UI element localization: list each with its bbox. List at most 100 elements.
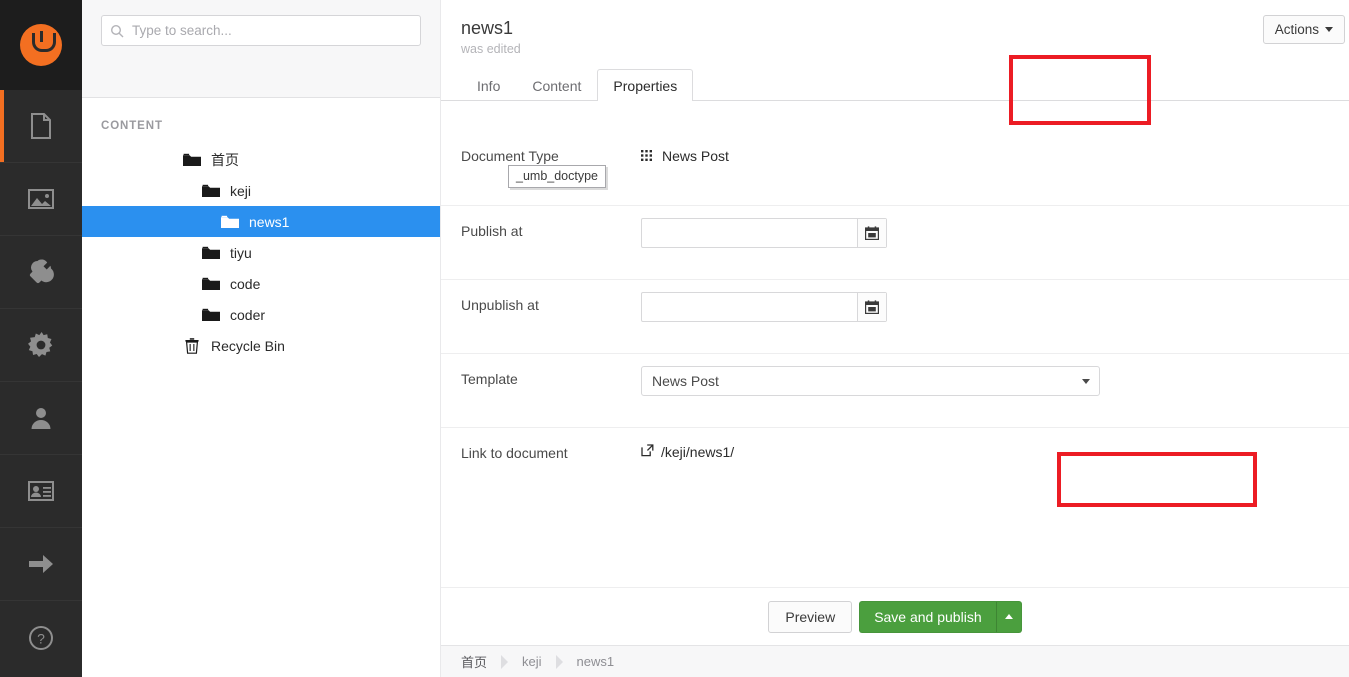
row-document-type: Document Type News Post _umb_doctype bbox=[441, 131, 1349, 205]
unpublish-at-input[interactable] bbox=[642, 293, 857, 321]
document-icon bbox=[29, 112, 53, 140]
tab-label: Properties bbox=[613, 77, 678, 94]
tree-node-keji[interactable]: keji bbox=[82, 175, 440, 206]
section-rail: ? bbox=[0, 0, 82, 677]
tree-node-label: news1 bbox=[249, 213, 290, 230]
breadcrumb-item-0[interactable]: 首页 bbox=[461, 652, 487, 671]
save-and-publish-button[interactable]: Save and publish bbox=[859, 600, 997, 633]
trash-icon bbox=[182, 337, 202, 354]
chevron-up-icon bbox=[1004, 614, 1013, 619]
tree-node-news1[interactable]: news1 bbox=[82, 206, 440, 237]
image-icon bbox=[27, 187, 55, 211]
rail-item-users[interactable] bbox=[0, 382, 82, 455]
edited-note: was edited bbox=[461, 42, 521, 56]
folder-icon bbox=[201, 308, 221, 322]
tab-label: Content bbox=[532, 77, 582, 94]
folder-icon bbox=[182, 153, 202, 167]
tree-node-label: Recycle Bin bbox=[211, 337, 285, 354]
umbraco-logo-icon bbox=[20, 24, 62, 66]
folder-icon bbox=[220, 215, 240, 229]
tab-content[interactable]: Content bbox=[516, 69, 597, 101]
rail-item-developer[interactable] bbox=[0, 309, 82, 382]
rail-item-settings[interactable] bbox=[0, 236, 82, 309]
search-box[interactable] bbox=[101, 15, 421, 46]
editor-tabs: Info Content Properties bbox=[441, 60, 1349, 101]
row-publish-at: Publish at bbox=[441, 205, 1349, 279]
link-to-document-label: Link to document bbox=[461, 445, 568, 461]
folder-icon bbox=[201, 184, 221, 198]
content-tree: 首页 keji news1 tiyu code coder Recycle Bi… bbox=[82, 142, 440, 361]
rail-item-media[interactable] bbox=[0, 163, 82, 236]
editor-footer: Preview Save and publish bbox=[441, 587, 1349, 645]
tab-info[interactable]: Info bbox=[461, 69, 516, 101]
calendar-icon[interactable] bbox=[857, 219, 886, 247]
document-type-tooltip: _umb_doctype bbox=[508, 165, 607, 188]
row-template: Template News Post bbox=[441, 353, 1349, 427]
tree-node-shouye[interactable]: 首页 bbox=[82, 144, 440, 175]
grid-icon bbox=[641, 149, 654, 163]
question-circle-icon: ? bbox=[28, 625, 54, 651]
content-editor: news1 Actions Info Content Properties wa… bbox=[441, 0, 1349, 677]
tree-node-coder[interactable]: coder bbox=[82, 299, 440, 330]
calendar-icon[interactable] bbox=[857, 293, 886, 321]
folder-icon bbox=[201, 277, 221, 291]
breadcrumb-separator-icon bbox=[501, 654, 509, 669]
breadcrumb-separator-icon bbox=[555, 654, 563, 669]
content-tree-panel: CONTENT 首页 keji bbox=[82, 0, 441, 677]
external-link-icon bbox=[641, 444, 654, 460]
umbraco-logo[interactable] bbox=[0, 0, 82, 90]
actions-button-label: Actions bbox=[1274, 22, 1319, 37]
tree-node-code[interactable]: code bbox=[82, 268, 440, 299]
search-input[interactable] bbox=[132, 23, 420, 38]
rail-item-help[interactable]: ? bbox=[0, 601, 82, 674]
unpublish-at-label: Unpublish at bbox=[461, 297, 539, 313]
save-and-publish-dropdown-button[interactable] bbox=[996, 600, 1022, 633]
save-and-publish-group: Save and publish bbox=[859, 600, 1022, 633]
breadcrumb: 首页 keji news1 bbox=[441, 645, 1349, 677]
tree-node-label: 首页 bbox=[211, 151, 239, 168]
document-type-label: Document Type bbox=[461, 148, 559, 164]
rail-item-content[interactable] bbox=[0, 90, 82, 163]
tree-section-title: CONTENT bbox=[101, 120, 163, 132]
chevron-down-icon bbox=[1082, 378, 1090, 384]
tree-search-area bbox=[82, 0, 440, 98]
publish-at-label: Publish at bbox=[461, 223, 523, 239]
tree-node-label: coder bbox=[230, 306, 266, 323]
gear-icon bbox=[28, 332, 54, 358]
chevron-down-icon bbox=[1325, 27, 1333, 32]
rail-item-members[interactable] bbox=[0, 455, 82, 528]
member-card-icon bbox=[27, 480, 55, 502]
breadcrumb-item-1[interactable]: keji bbox=[522, 654, 542, 669]
folder-icon bbox=[201, 246, 221, 260]
template-selected-value: News Post bbox=[652, 373, 719, 389]
tree-node-tiyu[interactable]: tiyu bbox=[82, 237, 440, 268]
rail-item-forms[interactable] bbox=[0, 528, 82, 601]
preview-button[interactable]: Preview bbox=[768, 600, 853, 633]
template-label: Template bbox=[461, 371, 518, 387]
editor-header: news1 Actions bbox=[441, 0, 1349, 60]
document-type-value: News Post bbox=[662, 148, 729, 164]
row-link-to-document: Link to document /keji/news1/ bbox=[441, 427, 1349, 501]
wrench-icon bbox=[27, 258, 55, 286]
tab-properties[interactable]: Properties bbox=[597, 69, 694, 101]
template-select[interactable]: News Post bbox=[641, 366, 1100, 396]
svg-text:?: ? bbox=[37, 630, 45, 646]
arrow-right-icon bbox=[27, 553, 55, 575]
link-to-document-value: /keji/news1/ bbox=[661, 444, 735, 460]
unpublish-at-field[interactable] bbox=[641, 292, 887, 322]
tree-node-recycle-bin[interactable]: Recycle Bin bbox=[82, 330, 440, 361]
search-icon bbox=[102, 24, 132, 38]
tree-node-label: tiyu bbox=[230, 244, 252, 261]
publish-at-input[interactable] bbox=[642, 219, 857, 247]
row-unpublish-at: Unpublish at bbox=[441, 279, 1349, 353]
publish-at-field[interactable] bbox=[641, 218, 887, 248]
breadcrumb-item-2[interactable]: news1 bbox=[577, 654, 615, 669]
tree-node-label: code bbox=[230, 275, 261, 292]
umbraco-backoffice: ? CONTENT bbox=[0, 0, 1349, 677]
link-to-document-link[interactable]: /keji/news1/ bbox=[641, 440, 734, 460]
actions-button[interactable]: Actions bbox=[1262, 15, 1345, 44]
page-title[interactable]: news1 bbox=[461, 18, 1327, 42]
tab-label: Info bbox=[477, 77, 501, 94]
tree-node-label: keji bbox=[230, 182, 252, 199]
properties-form: Document Type News Post _umb_doctype Pub… bbox=[441, 101, 1349, 501]
